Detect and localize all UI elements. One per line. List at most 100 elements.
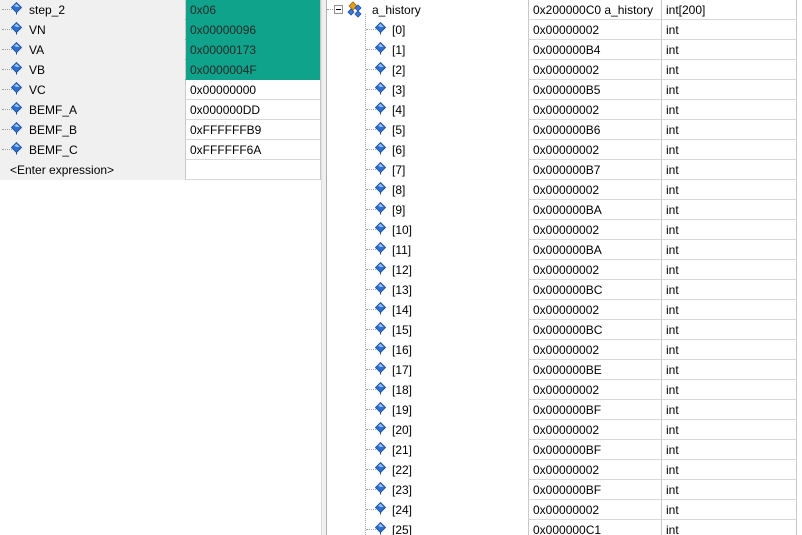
enter-expression-row[interactable]: <Enter expression> <box>0 160 321 180</box>
array-element-row[interactable]: [25] 0x000000C1 int <box>327 520 802 535</box>
array-element-value-cell[interactable]: 0x000000BC <box>528 320 661 340</box>
array-element-row[interactable]: [20] 0x00000002 int <box>327 420 802 440</box>
array-element-row[interactable]: [15] 0x000000BC int <box>327 320 802 340</box>
variable-diamond-icon <box>374 61 387 78</box>
collapse-minus-icon[interactable] <box>334 5 343 14</box>
array-element-value-cell[interactable]: 0x00000002 <box>528 300 661 320</box>
array-element-index: [23] <box>392 483 413 497</box>
array-element-row[interactable]: [12] 0x00000002 int <box>327 260 802 280</box>
array-element-name-cell: [17] <box>327 360 528 380</box>
array-element-value-cell[interactable]: 0x000000BF <box>528 440 661 460</box>
array-element-value-cell[interactable]: 0x000000BC <box>528 280 661 300</box>
array-element-row[interactable]: [3] 0x000000B5 int <box>327 80 802 100</box>
array-element-type-cell: int <box>661 320 797 340</box>
array-element-row[interactable]: [14] 0x00000002 int <box>327 300 802 320</box>
watch-row[interactable]: BEMF_C 0xFFFFFF6A <box>0 140 321 160</box>
array-element-row[interactable]: [13] 0x000000BC int <box>327 280 802 300</box>
watch-value-cell[interactable]: 0x00000173 <box>185 40 320 60</box>
array-element-value-cell[interactable]: 0x00000002 <box>528 220 661 240</box>
watch-row[interactable]: VN 0x00000096 <box>0 20 321 40</box>
watch-row[interactable]: BEMF_A 0x000000DD <box>0 100 321 120</box>
watch-variable-value: 0x06 <box>190 3 217 17</box>
array-element-value-cell[interactable]: 0x00000002 <box>528 180 661 200</box>
array-element-value-cell[interactable]: 0x00000002 <box>528 60 661 80</box>
watch-value-cell[interactable]: 0x000000DD <box>185 100 320 120</box>
array-element-value-cell[interactable]: 0x000000BF <box>528 400 661 420</box>
watch-name-cell: BEMF_B <box>0 120 185 140</box>
array-element-row[interactable]: [2] 0x00000002 int <box>327 60 802 80</box>
watch-value-cell[interactable]: 0x0000004F <box>185 60 320 80</box>
array-element-value-cell[interactable]: 0x000000BA <box>528 200 661 220</box>
watch-variable-name: BEMF_B <box>29 123 78 137</box>
watch-window: step_2 0x06 VN 0x00000096 VA 0x00000173 VB 0x00… <box>0 0 802 535</box>
watch-row[interactable]: BEMF_B 0xFFFFFFB9 <box>0 120 321 140</box>
watch-row[interactable]: VB 0x0000004F <box>0 60 321 80</box>
array-element-value-cell[interactable]: 0x00000002 <box>528 460 661 480</box>
variable-diamond-icon <box>374 281 387 298</box>
array-element-value-cell[interactable]: 0x00000002 <box>528 140 661 160</box>
array-element-value: 0x000000BC <box>533 283 603 297</box>
watch-value-cell[interactable]: 0x00000096 <box>185 20 320 40</box>
watch-variable-value: 0x000000DD <box>190 103 261 117</box>
array-element-value-cell[interactable]: 0x00000002 <box>528 20 661 40</box>
array-element-row[interactable]: [22] 0x00000002 int <box>327 460 802 480</box>
array-element-type-cell: int <box>661 20 797 40</box>
array-element-value-cell[interactable]: 0x00000002 <box>528 260 661 280</box>
array-element-value: 0x000000B6 <box>533 123 601 137</box>
array-element-name-cell: [20] <box>327 420 528 440</box>
array-element-row[interactable]: [23] 0x000000BF int <box>327 480 802 500</box>
array-element-type: int <box>666 443 679 457</box>
variable-diamond-icon <box>374 401 387 418</box>
array-element-value-cell[interactable]: 0x000000B6 <box>528 120 661 140</box>
array-root-value-cell[interactable]: 0x200000C0 a_history <box>528 0 661 20</box>
array-element-value-cell[interactable]: 0x000000BF <box>528 480 661 500</box>
array-element-name-cell: [3] <box>327 80 528 100</box>
array-element-row[interactable]: [11] 0x000000BA int <box>327 240 802 260</box>
array-element-value-cell[interactable]: 0x000000BA <box>528 240 661 260</box>
array-element-type-cell: int <box>661 380 797 400</box>
watch-row[interactable]: VC 0x00000000 <box>0 80 321 100</box>
variable-diamond-icon <box>374 41 387 58</box>
array-element-row[interactable]: [9] 0x000000BA int <box>327 200 802 220</box>
enter-expression-cell[interactable]: <Enter expression> <box>0 160 185 180</box>
watch-row[interactable]: step_2 0x06 <box>0 0 321 20</box>
array-element-row[interactable]: [1] 0x000000B4 int <box>327 40 802 60</box>
watch-name-cell: VN <box>0 20 185 40</box>
array-element-value-cell[interactable]: 0x00000002 <box>528 340 661 360</box>
array-element-row[interactable]: [4] 0x00000002 int <box>327 100 802 120</box>
array-element-row[interactable]: [17] 0x000000BE int <box>327 360 802 380</box>
array-element-value: 0x00000002 <box>533 183 600 197</box>
variable-diamond-icon <box>374 361 387 378</box>
array-element-value-cell[interactable]: 0x00000002 <box>528 500 661 520</box>
array-element-row[interactable]: [16] 0x00000002 int <box>327 340 802 360</box>
array-root-row[interactable]: a_history 0x200000C0 a_history int[200] <box>327 0 802 20</box>
array-element-value-cell[interactable]: 0x000000B5 <box>528 80 661 100</box>
array-element-row[interactable]: [6] 0x00000002 int <box>327 140 802 160</box>
array-element-row[interactable]: [10] 0x00000002 int <box>327 220 802 240</box>
watch-value-cell[interactable]: 0xFFFFFFB9 <box>185 120 320 140</box>
array-element-value: 0x000000B5 <box>533 83 601 97</box>
array-element-value-cell[interactable]: 0x00000002 <box>528 100 661 120</box>
array-element-row[interactable]: [7] 0x000000B7 int <box>327 160 802 180</box>
array-element-value: 0x000000C1 <box>533 523 602 535</box>
watch-value-cell[interactable]: 0x00000000 <box>185 80 320 100</box>
array-element-row[interactable]: [0] 0x00000002 int <box>327 20 802 40</box>
array-element-value-cell[interactable]: 0x000000BE <box>528 360 661 380</box>
array-element-type-cell: int <box>661 140 797 160</box>
array-element-value: 0x00000002 <box>533 23 600 37</box>
watch-value-cell[interactable]: 0xFFFFFF6A <box>185 140 320 160</box>
array-element-value-cell[interactable]: 0x00000002 <box>528 380 661 400</box>
watch-row[interactable]: VA 0x00000173 <box>0 40 321 60</box>
array-element-row[interactable]: [8] 0x00000002 int <box>327 180 802 200</box>
array-element-value-cell[interactable]: 0x000000B7 <box>528 160 661 180</box>
watch-value-cell[interactable]: 0x06 <box>185 0 320 20</box>
array-element-row[interactable]: [18] 0x00000002 int <box>327 380 802 400</box>
array-element-value-cell[interactable]: 0x00000002 <box>528 420 661 440</box>
array-element-value-cell[interactable]: 0x000000B4 <box>528 40 661 60</box>
array-element-row[interactable]: [21] 0x000000BF int <box>327 440 802 460</box>
array-element-row[interactable]: [19] 0x000000BF int <box>327 400 802 420</box>
array-element-value-cell[interactable]: 0x000000C1 <box>528 520 661 535</box>
array-element-index: [9] <box>392 203 406 217</box>
array-element-row[interactable]: [24] 0x00000002 int <box>327 500 802 520</box>
array-element-row[interactable]: [5] 0x000000B6 int <box>327 120 802 140</box>
